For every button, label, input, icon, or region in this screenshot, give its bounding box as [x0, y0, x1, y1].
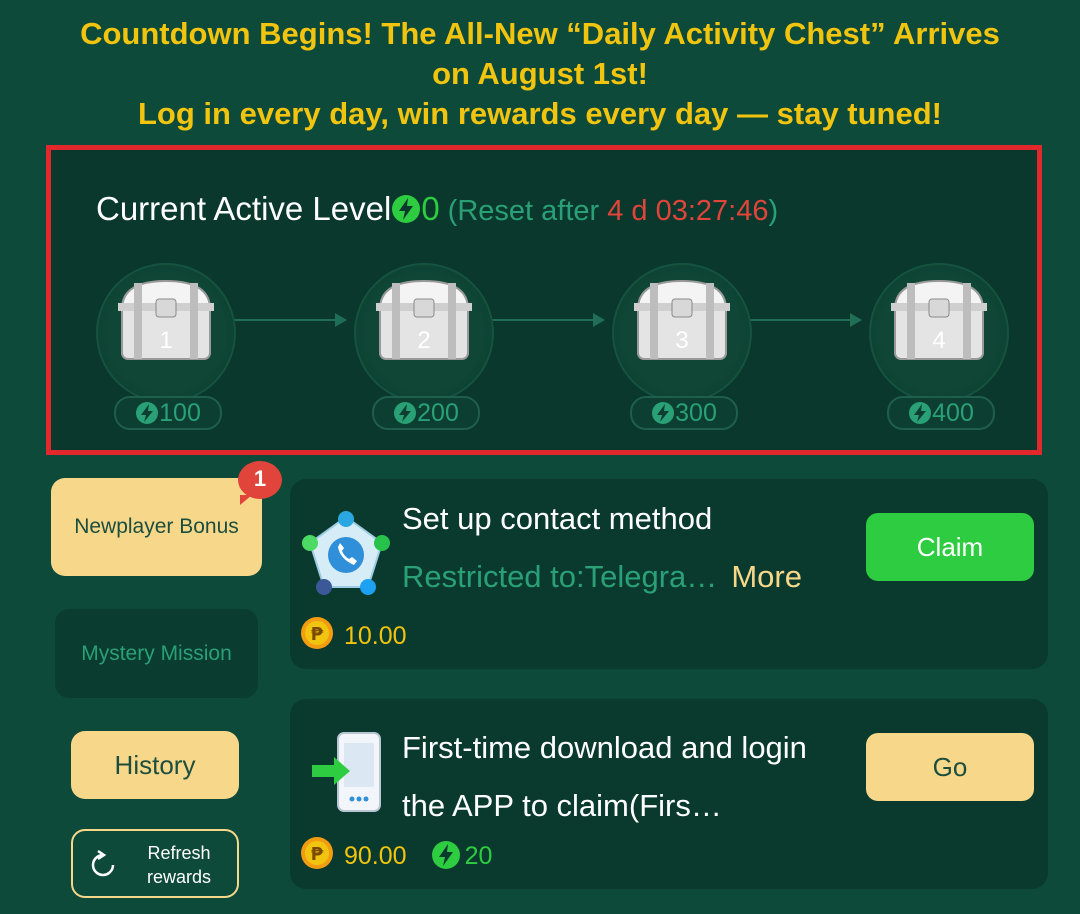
task-reward: ₱ 10.00 [300, 616, 407, 651]
chest-points-3: 300 [630, 396, 738, 430]
refresh-icon [91, 849, 115, 877]
reset-time: 4 d 03:27:46 [607, 195, 769, 227]
lightning-icon [394, 402, 417, 424]
level-heading: Current Active Level 0 (Reset after 4 d 03… [96, 190, 778, 228]
announcement-banner: Countdown Begins! The All-New “Daily Act… [0, 14, 1080, 134]
reset-countdown: (Reset after 4 d 03:27:46) [447, 195, 779, 227]
reward-amount: 10.00 [344, 622, 407, 650]
task-reward: ₱ 90.00 20 [300, 836, 492, 871]
newplayer-bonus-tab[interactable]: Newplayer Bonus [51, 478, 262, 576]
refresh-rewards-button[interactable]: Refresh rewards [71, 829, 239, 898]
svg-text:₱: ₱ [311, 844, 324, 865]
lightning-icon [392, 195, 421, 223]
chest-3[interactable]: 3 [612, 263, 752, 403]
lightning-icon [909, 402, 932, 424]
chest-connector-3 [748, 313, 862, 327]
announcement-line-1: Countdown Begins! The All-New “Daily Act… [80, 16, 1000, 51]
notification-badge: 1 [238, 461, 282, 505]
announcement-line-3: Log in every day, win rewards every day … [138, 96, 942, 131]
task-card-download: First-time download and login the APP to… [290, 699, 1048, 889]
download-app-icon [312, 732, 381, 812]
chest-points-4: 400 [887, 396, 995, 430]
chest-number: 2 [417, 327, 431, 354]
chest-number: 1 [159, 327, 173, 354]
chest-4[interactable]: 4 [869, 263, 1009, 403]
active-level-panel: Current Active Level 0 (Reset after 4 d 03… [46, 145, 1042, 455]
history-button[interactable]: History [71, 731, 239, 799]
go-button[interactable]: Go [866, 733, 1034, 801]
activity-points: 20 [431, 841, 492, 870]
task-title: First-time download and login the APP to… [402, 730, 807, 823]
chest-2[interactable]: 2 [354, 263, 494, 403]
chest-number: 3 [675, 327, 689, 354]
task-card-contact: Set up contact method Restricted to:Tele… [290, 479, 1048, 669]
lightning-icon [431, 841, 460, 869]
contact-methods-icon [302, 511, 390, 595]
chest-1[interactable]: 1 [96, 263, 236, 403]
claim-button[interactable]: Claim [866, 513, 1034, 581]
level-title: Current Active Level [96, 190, 392, 227]
mystery-mission-tab[interactable]: Mystery Mission [55, 609, 258, 698]
more-link[interactable]: More [731, 559, 802, 594]
task-restriction: Restricted to:Telegra… More [402, 559, 802, 594]
chest-points-2: 200 [372, 396, 480, 430]
announcement-line-2: on August 1st! [432, 56, 648, 91]
chest-connector-1 [233, 313, 347, 327]
level-value: 0 [421, 190, 440, 227]
coin-icon: ₱ [301, 617, 333, 649]
chest-points-1: 100 [114, 396, 222, 430]
task-title: Set up contact method [402, 501, 713, 536]
lightning-icon [652, 402, 675, 424]
chest-number: 4 [932, 327, 946, 354]
svg-text:₱: ₱ [311, 624, 324, 645]
coin-icon: ₱ [301, 837, 333, 869]
lightning-icon [136, 402, 159, 424]
chest-connector-2 [491, 313, 605, 327]
refresh-label: Refresh rewards [146, 843, 212, 887]
reward-amount: 90.00 [344, 842, 407, 870]
